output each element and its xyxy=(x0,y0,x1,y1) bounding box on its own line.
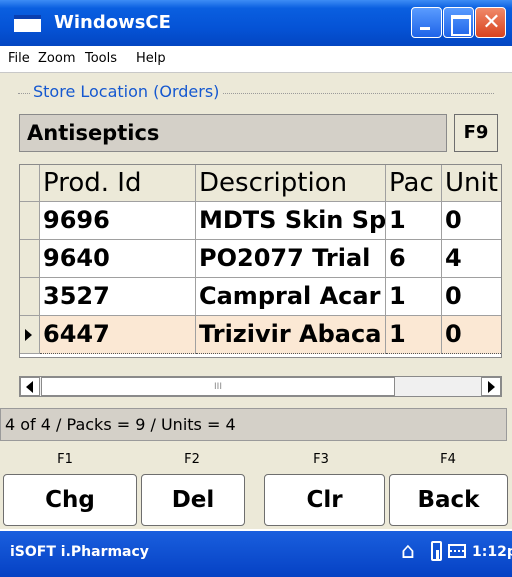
cell-prod-id[interactable]: 6447 xyxy=(40,316,196,354)
cell-prod-id[interactable]: 9640 xyxy=(40,240,196,278)
cell-packs[interactable]: 6 xyxy=(386,240,442,278)
cell-prod-id[interactable]: 3527 xyxy=(40,278,196,316)
scroll-thumb[interactable]: III xyxy=(41,377,395,396)
fkey-label-f1: F1 xyxy=(57,452,73,467)
window-title: WindowsCE xyxy=(54,12,171,33)
location-value: Antiseptics xyxy=(27,121,160,145)
arrow-right-icon xyxy=(488,381,495,393)
cell-description[interactable]: Trizivir Abaca xyxy=(196,316,386,354)
cell-units[interactable]: 4 xyxy=(442,240,501,278)
group-legend: Store Location (Orders) xyxy=(30,82,223,101)
close-button[interactable]: ✕ xyxy=(475,7,506,38)
status-text: 4 of 4 / Packs = 9 / Units = 4 xyxy=(5,415,236,434)
cell-units[interactable]: 0 xyxy=(442,278,501,316)
scroll-left-button[interactable] xyxy=(20,377,40,396)
column-header-packs[interactable]: Pac xyxy=(386,165,442,202)
clock[interactable]: 1:12p xyxy=(472,542,512,562)
taskbar-app-name[interactable]: iSOFT i.Pharmacy xyxy=(10,542,149,562)
back-button[interactable]: Back xyxy=(389,474,508,526)
cell-units[interactable]: 0 xyxy=(442,316,501,354)
cell-units[interactable]: 0 xyxy=(442,202,501,240)
row-header[interactable] xyxy=(20,240,40,278)
fkey-label-f3: F3 xyxy=(313,452,329,467)
app-icon xyxy=(14,15,41,32)
column-header-description[interactable]: Description xyxy=(196,165,386,202)
del-button[interactable]: Del xyxy=(141,474,245,526)
menu-tools[interactable]: Tools xyxy=(85,51,117,66)
battery-icon[interactable] xyxy=(431,541,442,561)
menu-bar: File Zoom Tools Help xyxy=(0,46,512,73)
home-icon[interactable]: ⌂ xyxy=(401,540,415,564)
column-header-units[interactable]: Unit xyxy=(442,165,501,202)
menu-zoom[interactable]: Zoom xyxy=(38,51,75,66)
minimize-icon xyxy=(420,27,430,30)
scroll-right-button[interactable] xyxy=(481,377,501,396)
clr-button[interactable]: Clr xyxy=(264,474,385,526)
f9-button[interactable]: F9 xyxy=(454,114,498,152)
row-pointer-icon xyxy=(25,329,32,341)
arrow-left-icon xyxy=(26,381,33,393)
fkey-label-f2: F2 xyxy=(184,452,200,467)
cell-prod-id[interactable]: 9696 xyxy=(40,202,196,240)
orders-grid[interactable]: Prod. Id Description Pac Unit 9696 MDTS … xyxy=(19,164,502,358)
row-header[interactable] xyxy=(20,202,40,240)
cell-packs[interactable]: 1 xyxy=(386,278,442,316)
maximize-icon xyxy=(451,15,471,36)
grid-corner xyxy=(20,165,40,202)
horizontal-scrollbar[interactable]: III xyxy=(19,376,502,397)
menu-help[interactable]: Help xyxy=(136,51,166,66)
row-header[interactable] xyxy=(20,278,40,316)
maximize-button[interactable] xyxy=(443,7,474,38)
menu-file[interactable]: File xyxy=(8,51,30,66)
fkey-label-f4: F4 xyxy=(440,452,456,467)
keyboard-icon[interactable] xyxy=(448,544,466,558)
column-header-prod-id[interactable]: Prod. Id xyxy=(40,165,196,202)
close-icon: ✕ xyxy=(482,10,501,35)
minimize-button[interactable] xyxy=(411,7,442,38)
cell-packs[interactable]: 1 xyxy=(386,316,442,354)
chg-button[interactable]: Chg xyxy=(3,474,137,526)
cell-description[interactable]: PO2077 Trial xyxy=(196,240,386,278)
cell-description[interactable]: Campral Acar xyxy=(196,278,386,316)
cell-packs[interactable]: 1 xyxy=(386,202,442,240)
row-header[interactable] xyxy=(20,316,40,354)
cell-description[interactable]: MDTS Skin Sp xyxy=(196,202,386,240)
